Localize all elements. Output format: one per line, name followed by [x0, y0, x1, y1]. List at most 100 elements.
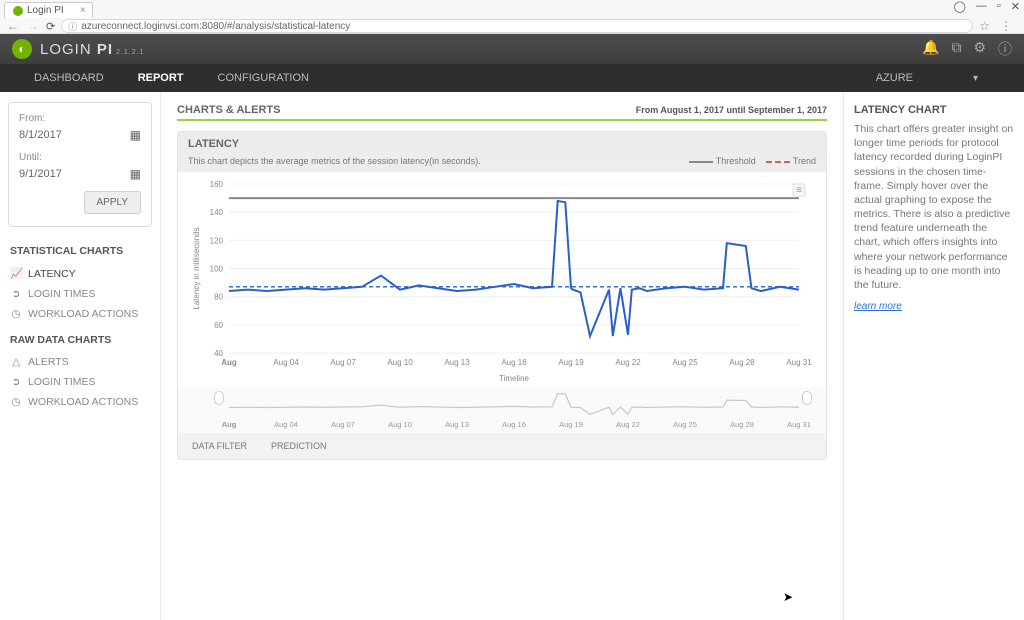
- svg-text:Aug 19: Aug 19: [558, 358, 584, 367]
- close-icon[interactable]: ×: [80, 5, 86, 16]
- stat-heading: STATISTICAL CHARTS: [10, 245, 152, 257]
- nav-bar: DASHBOARD REPORT CONFIGURATION AZURE ▾: [0, 64, 1024, 92]
- svg-text:Aug 31: Aug 31: [787, 420, 811, 429]
- svg-text:Aug 31: Aug 31: [786, 358, 812, 367]
- bell2-icon: △: [10, 356, 22, 368]
- back-icon[interactable]: ←: [6, 19, 20, 33]
- svg-text:40: 40: [214, 349, 223, 358]
- svg-text:Aug 07: Aug 07: [331, 420, 355, 429]
- svg-text:Aug 04: Aug 04: [273, 358, 299, 367]
- overview-chart[interactable]: Aug Aug 04 Aug 07 Aug 10 Aug 13 Aug 16 Aug 19 A…: [178, 387, 826, 433]
- svg-text:Aug 04: Aug 04: [274, 420, 298, 429]
- svg-text:Aug 25: Aug 25: [672, 358, 698, 367]
- sidebar-item-login-times-raw[interactable]: ➲LOGIN TIMES: [8, 372, 152, 392]
- star-icon[interactable]: ☆: [979, 19, 990, 33]
- brand: LOGIN PI2.1.2.1: [40, 41, 144, 58]
- chart-area[interactable]: 406080100120140160AugAug 04Aug 07Aug 10A…: [178, 172, 826, 387]
- svg-text:140: 140: [210, 208, 224, 217]
- sidebar-item-latency[interactable]: 📈LATENCY: [8, 263, 152, 284]
- window-close-icon[interactable]: ✕: [1011, 0, 1020, 13]
- svg-text:Aug 25: Aug 25: [673, 420, 697, 429]
- svg-text:100: 100: [210, 265, 224, 274]
- nav-azure[interactable]: AZURE: [876, 72, 913, 84]
- right-title: LATENCY CHART: [854, 104, 1014, 116]
- section-title: CHARTS & ALERTS: [177, 104, 280, 116]
- until-label: Until:: [19, 152, 141, 163]
- svg-text:Aug 10: Aug 10: [387, 358, 413, 367]
- nav-report[interactable]: REPORT: [138, 72, 184, 84]
- svg-text:Latency in milliseconds: Latency in milliseconds: [192, 227, 201, 309]
- tab-title: Login PI: [27, 5, 64, 16]
- svg-text:Aug 19: Aug 19: [559, 420, 583, 429]
- external-link-icon[interactable]: ⧉: [951, 39, 961, 59]
- reload-icon[interactable]: ⟳: [46, 20, 55, 33]
- clock-icon: ◷: [10, 396, 22, 408]
- browser-tab[interactable]: Login PI ×: [4, 2, 93, 18]
- panel-subtitle: This chart depicts the average metrics o…: [178, 154, 826, 172]
- panel-title: LATENCY: [178, 132, 826, 154]
- chevron-down-icon[interactable]: ▾: [973, 73, 978, 84]
- section-date: From August 1, 2017 until September 1, 2…: [636, 105, 827, 115]
- calendar-icon[interactable]: ▦: [130, 128, 141, 142]
- svg-text:Aug 16: Aug 16: [502, 420, 526, 429]
- svg-text:60: 60: [214, 321, 223, 330]
- range-handle-right[interactable]: [802, 391, 812, 405]
- sidebar-item-workload-actions-raw[interactable]: ◷WORKLOAD ACTIONS: [8, 392, 152, 412]
- calendar-icon[interactable]: ▦: [130, 167, 141, 181]
- user-icon[interactable]: ◯: [954, 0, 966, 13]
- cursor-icon: ➤: [783, 590, 793, 604]
- content: CHARTS & ALERTS From August 1, 2017 unti…: [160, 92, 844, 620]
- svg-text:Aug 22: Aug 22: [616, 420, 640, 429]
- legend: Threshold Trend: [689, 156, 816, 166]
- logo-icon: ◐: [12, 39, 32, 59]
- minimize-icon[interactable]: —: [976, 0, 987, 13]
- from-label: From:: [19, 113, 141, 124]
- login-icon: ➲: [10, 288, 22, 300]
- info-icon: ⓘ: [68, 20, 77, 33]
- bell-icon[interactable]: 🔔: [922, 39, 939, 59]
- right-body: This chart offers greater insight on lon…: [854, 122, 1014, 292]
- svg-text:Aug 07: Aug 07: [330, 358, 356, 367]
- main: From: 8/1/2017 ▦ Until: 9/1/2017 ▦ APPLY…: [0, 92, 1024, 620]
- svg-text:Aug 10: Aug 10: [388, 420, 412, 429]
- chart-line-icon: 📈: [10, 267, 22, 280]
- login-icon: ➲: [10, 376, 22, 388]
- gear-icon[interactable]: ⚙: [973, 39, 986, 59]
- learn-more-link[interactable]: learn more: [854, 301, 902, 312]
- info-header-icon[interactable]: ⓘ: [998, 39, 1012, 59]
- tab-prediction[interactable]: PREDICTION: [271, 441, 327, 451]
- apply-button[interactable]: APPLY: [84, 191, 142, 214]
- menu-icon[interactable]: ⋮: [1000, 19, 1012, 33]
- sidebar-right: LATENCY CHART This chart offers greater …: [844, 92, 1024, 620]
- svg-text:Aug 13: Aug 13: [445, 420, 469, 429]
- sidebar-item-login-times[interactable]: ➲LOGIN TIMES: [8, 284, 152, 304]
- sidebar-item-alerts[interactable]: △ALERTS: [8, 352, 152, 372]
- nav-dashboard[interactable]: DASHBOARD: [34, 72, 104, 84]
- svg-text:160: 160: [210, 180, 224, 189]
- latency-panel: LATENCY This chart depicts the average m…: [177, 131, 827, 460]
- until-input[interactable]: 9/1/2017 ▦: [19, 167, 141, 181]
- svg-text:Aug 13: Aug 13: [444, 358, 470, 367]
- svg-text:Aug: Aug: [222, 420, 237, 429]
- svg-text:Aug 28: Aug 28: [730, 420, 754, 429]
- sidebar-left: From: 8/1/2017 ▦ Until: 9/1/2017 ▦ APPLY…: [0, 92, 160, 620]
- svg-text:80: 80: [214, 293, 223, 302]
- url-bar[interactable]: ⓘ azureconnect.loginvsi.com:8080/#/analy…: [61, 19, 973, 33]
- range-handle-left[interactable]: [214, 391, 224, 405]
- from-input[interactable]: 8/1/2017 ▦: [19, 128, 141, 142]
- forward-icon[interactable]: →: [26, 19, 40, 33]
- latency-chart[interactable]: 406080100120140160AugAug 04Aug 07Aug 10A…: [182, 178, 816, 383]
- svg-text:Timeline: Timeline: [499, 374, 529, 383]
- svg-text:Aug 16: Aug 16: [501, 358, 527, 367]
- url-text: azureconnect.loginvsi.com:8080/#/analysi…: [81, 21, 350, 32]
- nav-configuration[interactable]: CONFIGURATION: [218, 72, 309, 84]
- sidebar-item-workload-actions[interactable]: ◷WORKLOAD ACTIONS: [8, 304, 152, 324]
- raw-heading: RAW DATA CHARTS: [10, 334, 152, 346]
- tab-data-filter[interactable]: DATA FILTER: [192, 441, 247, 451]
- svg-text:Aug 28: Aug 28: [729, 358, 755, 367]
- maximize-icon[interactable]: ▫: [997, 0, 1001, 13]
- svg-text:Aug 22: Aug 22: [615, 358, 641, 367]
- app-header: ◐ LOGIN PI2.1.2.1 🔔 ⧉ ⚙ ⓘ: [0, 34, 1024, 64]
- svg-text:≡: ≡: [796, 185, 802, 196]
- svg-text:Aug: Aug: [221, 358, 237, 367]
